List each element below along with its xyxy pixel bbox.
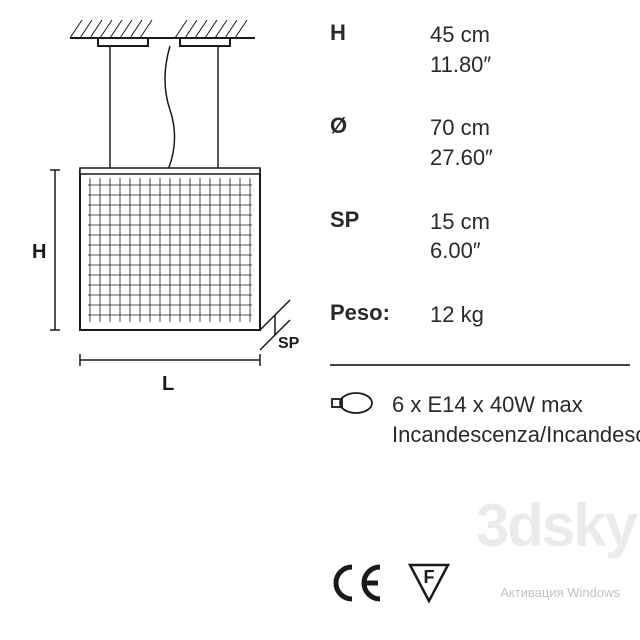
- watermark-os: Активация Windows: [500, 585, 620, 602]
- spec-label-peso: Peso:: [330, 300, 430, 330]
- spec-label-d: Ø: [330, 113, 430, 172]
- bulb-row: 6 x E14 x 40W max Incandescenza/Incandes…: [330, 390, 630, 449]
- dim-label-sp: SP: [278, 335, 300, 352]
- spec-row-diameter: Ø 70 cm 27.60″: [330, 113, 630, 172]
- spec-label-sp: SP: [330, 207, 430, 266]
- spec-h-metric: 45 cm: [430, 20, 630, 50]
- spec-row-height: H 45 cm 11.80″: [330, 20, 630, 79]
- spec-panel: H 45 cm 11.80″ Ø 70 cm 27.60″ SP 15 cm 6…: [310, 0, 640, 640]
- spec-h-imperial: 11.80″: [430, 50, 630, 80]
- bulb-text: 6 x E14 x 40W max Incandescenza/Incandes…: [392, 390, 640, 449]
- spec-peso-value: 12 kg: [430, 300, 630, 330]
- bulb-icon: [330, 390, 374, 416]
- spec-values-sp: 15 cm 6.00″: [430, 207, 630, 266]
- bulb-line2: Incandescenza/Incandescent: [392, 420, 640, 450]
- spec-values-d: 70 cm 27.60″: [430, 113, 630, 172]
- spec-values-peso: 12 kg: [430, 300, 630, 330]
- svg-text:F: F: [424, 567, 435, 587]
- spec-row-sp: SP 15 cm 6.00″: [330, 207, 630, 266]
- f-mark-icon: F: [406, 561, 452, 610]
- spec-d-imperial: 27.60″: [430, 143, 630, 173]
- spec-d-metric: 70 cm: [430, 113, 630, 143]
- spec-label-h: H: [330, 20, 430, 79]
- bulb-line1: 6 x E14 x 40W max: [392, 390, 640, 420]
- lamp-diagram: H L SP: [20, 20, 310, 470]
- dim-label-l: L: [162, 373, 174, 395]
- certifications: F: [330, 561, 452, 610]
- spec-sp-metric: 15 cm: [430, 207, 630, 237]
- spec-row-weight: Peso: 12 kg: [330, 300, 630, 330]
- divider: [330, 364, 630, 366]
- dim-label-h: H: [32, 241, 46, 263]
- technical-diagram: H L SP: [0, 0, 310, 640]
- ce-mark-icon: [330, 563, 386, 608]
- spec-values-h: 45 cm 11.80″: [430, 20, 630, 79]
- spec-sp-imperial: 6.00″: [430, 236, 630, 266]
